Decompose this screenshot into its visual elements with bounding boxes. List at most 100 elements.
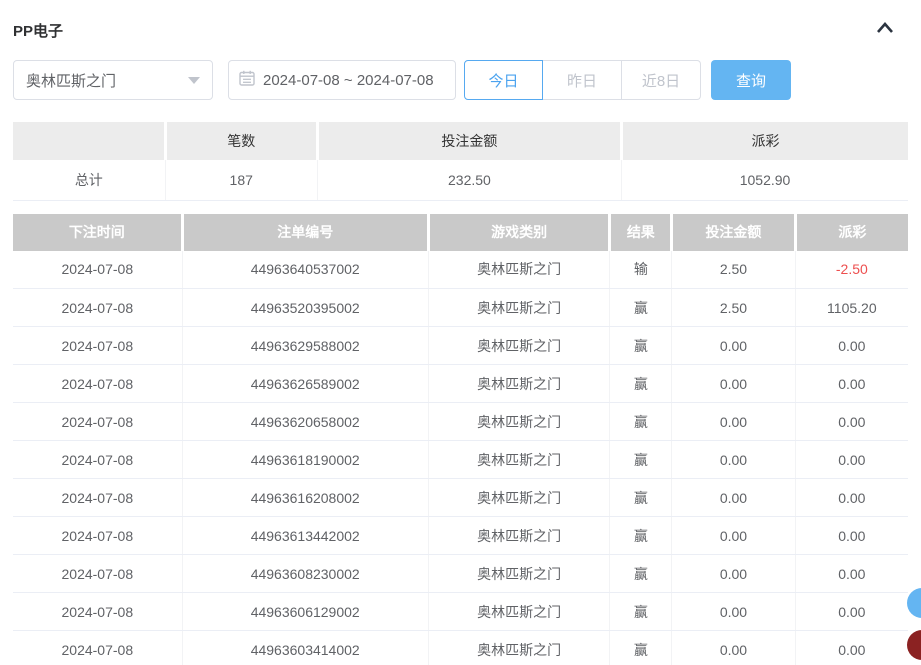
bet-time-cell: 2024-07-08 — [13, 555, 182, 593]
summary-header-count: 笔数 — [165, 122, 317, 160]
table-row: 2024-07-0844963640537002奥林匹斯之门输2.50-2.50 — [13, 251, 908, 289]
bet-amount-cell: 2.50 — [672, 251, 796, 289]
bet-amount-cell: 0.00 — [672, 327, 796, 365]
game-select[interactable]: 奥林匹斯之门 — [13, 60, 213, 100]
yesterday-button[interactable]: 昨日 — [543, 60, 622, 100]
bet-table-body: 2024-07-0844963640537002奥林匹斯之门输2.50-2.50… — [13, 251, 908, 665]
summary-header-payout: 派彩 — [622, 122, 908, 160]
bet-time-cell: 2024-07-08 — [13, 251, 182, 289]
floating-button-red[interactable] — [907, 630, 921, 660]
result-cell: 赢 — [610, 289, 672, 327]
table-row: 2024-07-0844963603414002奥林匹斯之门赢0.000.00 — [13, 631, 908, 665]
bet-time-cell: 2024-07-08 — [13, 289, 182, 327]
table-row: 2024-07-0844963626589002奥林匹斯之门赢0.000.00 — [13, 365, 908, 403]
bet-records-table: 下注时间 注单编号 游戏类别 结果 投注金额 派彩 2024-07-084496… — [13, 214, 908, 665]
panel-header: PP电子 — [13, 20, 908, 40]
bet-id-cell: 44963603414002 — [182, 631, 428, 665]
pp-games-panel: PP电子 奥林匹斯之门 — [0, 0, 921, 665]
result-cell: 赢 — [610, 517, 672, 555]
table-row: 2024-07-0844963620658002奥林匹斯之门赢0.000.00 — [13, 403, 908, 441]
payout-cell: 1105.20 — [795, 289, 908, 327]
game-type-cell: 奥林匹斯之门 — [428, 479, 610, 517]
bet-id-cell: 44963520395002 — [182, 289, 428, 327]
summary-table: 笔数 投注金额 派彩 总计 187 232.50 1052.90 — [13, 122, 908, 201]
today-button[interactable]: 今日 — [464, 60, 543, 100]
result-cell: 赢 — [610, 441, 672, 479]
result-cell: 赢 — [610, 631, 672, 665]
date-range-input[interactable]: 2024-07-08 ~ 2024-07-08 — [228, 60, 456, 100]
header-game-type: 游戏类别 — [428, 214, 610, 251]
payout-cell: 0.00 — [795, 441, 908, 479]
caret-down-icon — [188, 77, 200, 84]
payout-cell: 0.00 — [795, 479, 908, 517]
payout-cell: 0.00 — [795, 555, 908, 593]
payout-cell: 0.00 — [795, 403, 908, 441]
bet-id-cell: 44963629588002 — [182, 327, 428, 365]
calendar-icon — [239, 70, 255, 91]
filter-bar: 奥林匹斯之门 2024-07-08 ~ 2024-07-08 今日 昨日 近8日 — [13, 60, 908, 100]
bet-id-cell: 44963640537002 — [182, 251, 428, 289]
bet-time-cell: 2024-07-08 — [13, 593, 182, 631]
game-type-cell: 奥林匹斯之门 — [428, 365, 610, 403]
header-payout: 派彩 — [795, 214, 908, 251]
chevron-up-icon — [876, 21, 894, 40]
game-type-cell: 奥林匹斯之门 — [428, 517, 610, 555]
collapse-button[interactable] — [874, 19, 896, 41]
payout-cell: 0.00 — [795, 327, 908, 365]
table-row: 2024-07-0844963520395002奥林匹斯之门赢2.501105.… — [13, 289, 908, 327]
header-bet-amount: 投注金额 — [672, 214, 796, 251]
result-cell: 赢 — [610, 479, 672, 517]
bet-amount-cell: 0.00 — [672, 441, 796, 479]
payout-cell: 0.00 — [795, 631, 908, 665]
game-type-cell: 奥林匹斯之门 — [428, 441, 610, 479]
bet-amount-cell: 0.00 — [672, 593, 796, 631]
bet-amount-cell: 0.00 — [672, 479, 796, 517]
summary-header-row: 笔数 投注金额 派彩 — [13, 122, 908, 160]
table-row: 2024-07-0844963616208002奥林匹斯之门赢0.000.00 — [13, 479, 908, 517]
summary-total-bet-amount: 232.50 — [317, 160, 621, 200]
result-cell: 赢 — [610, 365, 672, 403]
table-row: 2024-07-0844963613442002奥林匹斯之门赢0.000.00 — [13, 517, 908, 555]
bet-id-cell: 44963626589002 — [182, 365, 428, 403]
query-button[interactable]: 查询 — [711, 60, 791, 100]
payout-cell: -2.50 — [795, 251, 908, 289]
payout-cell: 0.00 — [795, 365, 908, 403]
bet-time-cell: 2024-07-08 — [13, 517, 182, 555]
bet-amount-cell: 0.00 — [672, 365, 796, 403]
game-type-cell: 奥林匹斯之门 — [428, 289, 610, 327]
bet-time-cell: 2024-07-08 — [13, 479, 182, 517]
bet-time-cell: 2024-07-08 — [13, 441, 182, 479]
result-cell: 输 — [610, 251, 672, 289]
game-type-cell: 奥林匹斯之门 — [428, 593, 610, 631]
summary-total-payout: 1052.90 — [622, 160, 908, 200]
floating-button-blue[interactable] — [907, 588, 921, 618]
bet-time-cell: 2024-07-08 — [13, 327, 182, 365]
result-cell: 赢 — [610, 327, 672, 365]
table-row: 2024-07-0844963606129002奥林匹斯之门赢0.000.00 — [13, 593, 908, 631]
game-type-cell: 奥林匹斯之门 — [428, 631, 610, 665]
bet-id-cell: 44963613442002 — [182, 517, 428, 555]
table-row: 2024-07-0844963618190002奥林匹斯之门赢0.000.00 — [13, 441, 908, 479]
game-type-cell: 奥林匹斯之门 — [428, 251, 610, 289]
bet-id-cell: 44963608230002 — [182, 555, 428, 593]
quick-date-button-group: 今日 昨日 近8日 — [464, 60, 701, 100]
payout-cell: 0.00 — [795, 517, 908, 555]
bet-amount-cell: 2.50 — [672, 289, 796, 327]
bet-amount-cell: 0.00 — [672, 555, 796, 593]
bet-id-cell: 44963620658002 — [182, 403, 428, 441]
header-bet-id: 注单编号 — [182, 214, 428, 251]
summary-header-blank — [13, 122, 165, 160]
bet-time-cell: 2024-07-08 — [13, 403, 182, 441]
last8days-button[interactable]: 近8日 — [622, 60, 701, 100]
payout-cell: 0.00 — [795, 593, 908, 631]
bet-id-cell: 44963618190002 — [182, 441, 428, 479]
bet-table-header-row: 下注时间 注单编号 游戏类别 结果 投注金额 派彩 — [13, 214, 908, 251]
bet-amount-cell: 0.00 — [672, 631, 796, 665]
summary-total-label: 总计 — [13, 160, 165, 200]
game-type-cell: 奥林匹斯之门 — [428, 327, 610, 365]
table-row: 2024-07-0844963629588002奥林匹斯之门赢0.000.00 — [13, 327, 908, 365]
bet-id-cell: 44963606129002 — [182, 593, 428, 631]
bet-time-cell: 2024-07-08 — [13, 365, 182, 403]
result-cell: 赢 — [610, 403, 672, 441]
result-cell: 赢 — [610, 555, 672, 593]
